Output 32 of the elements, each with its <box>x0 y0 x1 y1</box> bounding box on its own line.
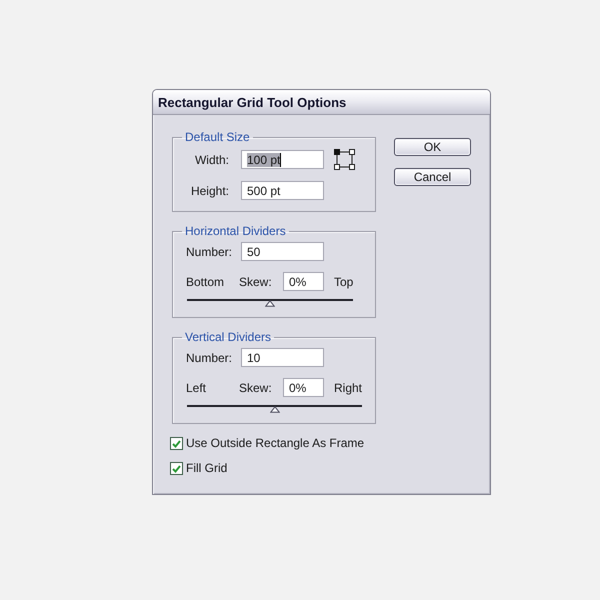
skew-field[interactable]: 0% <box>283 378 324 397</box>
group-title: Vertical Dividers <box>184 330 272 344</box>
field-label: Number: <box>186 244 234 258</box>
group-title: Default Size <box>184 130 251 144</box>
window-title: Rectangular Grid Tool Options <box>158 94 346 110</box>
checkmark-icon <box>172 464 181 472</box>
number-field[interactable]: 10 <box>241 348 324 367</box>
checkbox-label[interactable]: Use Outside Rectangle As Frame <box>186 437 364 450</box>
field-label: Skew: <box>239 274 273 288</box>
ok-button[interactable]: OK <box>394 138 471 156</box>
field-label: Height: <box>190 184 229 198</box>
checkbox[interactable] <box>170 462 183 475</box>
slider-end-label: Right <box>334 380 362 394</box>
field-label: Width: <box>194 152 229 166</box>
slider-start-label: Bottom <box>186 274 226 288</box>
size-field[interactable]: 500 pt <box>241 181 324 200</box>
field-label: Number: <box>186 350 234 364</box>
number-field[interactable]: 50 <box>241 242 324 261</box>
group-title: Horizontal Dividers <box>184 224 287 238</box>
skew-field[interactable]: 0% <box>283 272 324 291</box>
slider-start-label: Left <box>186 380 208 394</box>
checkbox-label[interactable]: Fill Grid <box>186 462 228 475</box>
slider-thumb[interactable] <box>270 406 280 413</box>
skew-slider[interactable] <box>187 299 354 308</box>
checkmark-icon <box>172 440 181 448</box>
skew-slider[interactable] <box>187 405 362 414</box>
slider-thumb[interactable] <box>265 300 276 307</box>
cancel-button[interactable]: Cancel <box>394 168 471 186</box>
slider-end-label: Top <box>334 274 354 288</box>
square-corners-icon[interactable] <box>334 149 355 170</box>
checkbox[interactable] <box>170 437 183 450</box>
field-label: Skew: <box>239 380 273 394</box>
